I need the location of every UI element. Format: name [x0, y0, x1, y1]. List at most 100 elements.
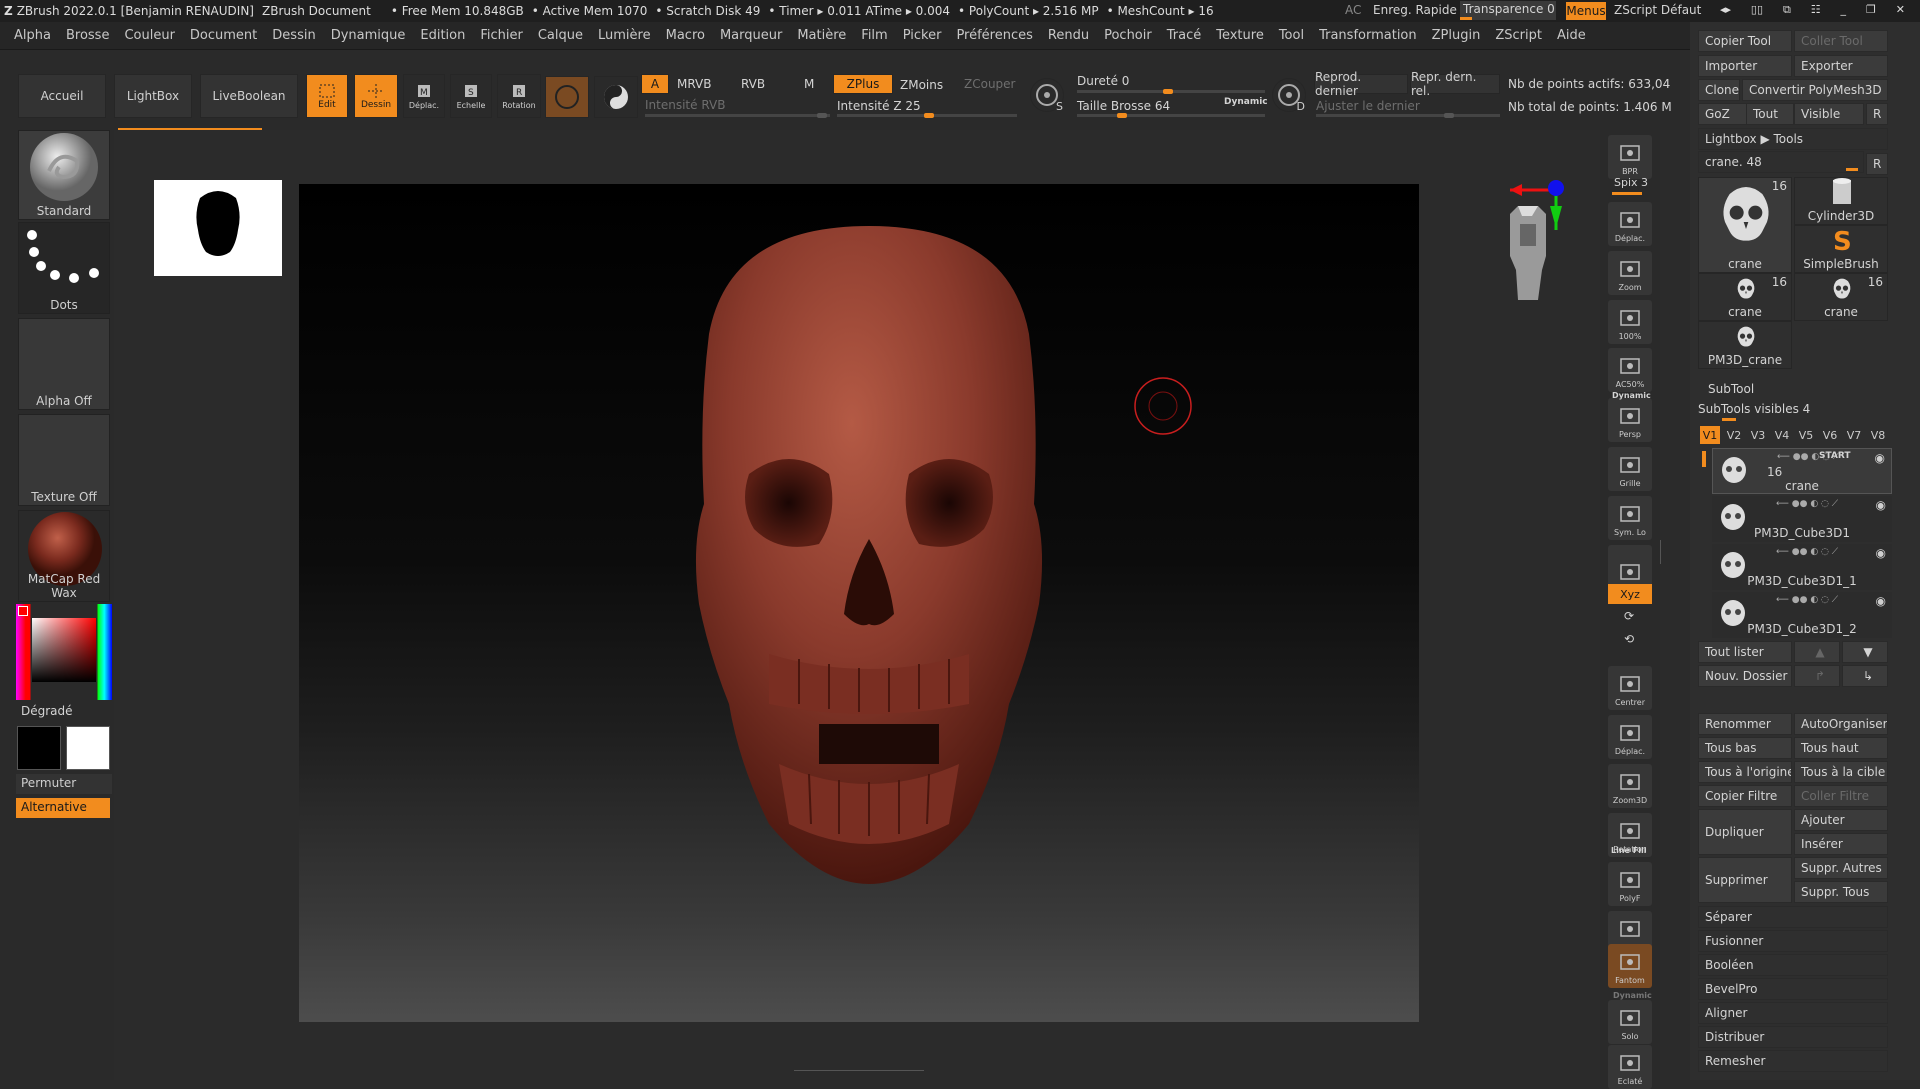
texture-off[interactable]: Texture Off — [18, 414, 110, 506]
rgb-button[interactable]: RVB — [741, 77, 765, 91]
subtool-toggle-icons[interactable]: ⟵ ●● ◐ ◌ ⟋ — [1776, 595, 1838, 605]
eye-icon[interactable]: ◉ — [1876, 546, 1886, 560]
edit-button[interactable]: Edit — [306, 74, 348, 118]
ghost-button[interactable]: Fantom — [1608, 944, 1652, 988]
section-bevelpro[interactable]: BevelPro — [1698, 978, 1888, 1000]
menu-marqueur[interactable]: Marqueur — [720, 28, 782, 43]
tool-thumb-crane[interactable]: crane 16 — [1698, 177, 1792, 273]
version-v7[interactable]: V7 — [1844, 426, 1864, 444]
brush-size-slider[interactable] — [1077, 113, 1265, 118]
eye-icon[interactable]: ◉ — [1876, 594, 1886, 608]
menu-zscript[interactable]: ZScript — [1495, 28, 1542, 43]
autoreorder-button[interactable]: AutoOrganiser — [1794, 713, 1888, 735]
folder-in-button[interactable]: ↳ — [1842, 665, 1888, 687]
menu-transformation[interactable]: Transformation — [1319, 28, 1417, 43]
paste-filter-button[interactable]: Coller Filtre — [1794, 785, 1888, 807]
copy-tool-button[interactable]: Copier Tool — [1698, 30, 1792, 52]
version-v1[interactable]: V1 — [1700, 426, 1720, 444]
menu-texture[interactable]: Texture — [1216, 28, 1264, 43]
brush-standard[interactable]: Standard — [18, 130, 110, 220]
s-brush-button[interactable]: S — [1030, 78, 1064, 113]
subtool-item-1[interactable]: ◉ ⟵ ●● ◐ ◌ ⟋ PM3D_Cube3D1 — [1712, 496, 1892, 542]
z-intensity-slider[interactable] — [837, 113, 1017, 118]
accueil-button[interactable]: Accueil — [18, 74, 106, 118]
lightbox-button[interactable]: LightBox — [114, 74, 192, 118]
list-all-button[interactable]: Tout lister — [1698, 641, 1792, 663]
r2-button[interactable]: R — [1866, 153, 1888, 175]
menu-trac-[interactable]: Tracé — [1167, 28, 1202, 43]
duplicate-button[interactable]: Dupliquer — [1698, 809, 1792, 855]
ac-label[interactable]: AC — [1345, 3, 1361, 17]
new-folder-button[interactable]: Nouv. Dossier — [1698, 665, 1792, 687]
transparence-slider[interactable]: Transparence 0 — [1460, 1, 1556, 20]
move-down-button[interactable]: ▼ — [1842, 641, 1888, 663]
section-fusionner[interactable]: Fusionner — [1698, 930, 1888, 952]
close-icon[interactable]: ✕ — [1896, 3, 1905, 19]
zcut-button[interactable]: ZCouper — [964, 77, 1015, 91]
version-v2[interactable]: V2 — [1724, 426, 1744, 444]
subtool-item-3[interactable]: ◉ ⟵ ●● ◐ ◌ ⟋ PM3D_Cube3D1_2 — [1712, 592, 1892, 638]
eye-icon[interactable]: ◉ — [1876, 498, 1886, 512]
import-button[interactable]: Importer — [1698, 55, 1792, 77]
delete-other-button[interactable]: Suppr. Autres — [1794, 857, 1888, 879]
zoom-view-button[interactable]: Zoom — [1608, 251, 1652, 295]
tool-thumb-simplebrush[interactable]: S SimpleBrush — [1794, 225, 1888, 273]
menu-picker[interactable]: Picker — [903, 28, 942, 43]
menu-macro[interactable]: Macro — [666, 28, 705, 43]
subtool-toggle-icons[interactable]: ⟵ ●● ◐ ◌ ⟋ — [1776, 547, 1838, 557]
floor-grid-button[interactable]: Grille — [1608, 447, 1652, 491]
docking-icon[interactable]: ⧉ — [1783, 3, 1791, 19]
subtool-scroll-indicator[interactable] — [1702, 451, 1706, 467]
explode-button[interactable]: Eclaté — [1608, 1045, 1652, 1089]
zoom3d-button[interactable]: Zoom3D — [1608, 764, 1652, 808]
solo-button[interactable]: Solo — [1608, 1000, 1652, 1044]
version-v3[interactable]: V3 — [1748, 426, 1768, 444]
skull-model[interactable] — [299, 184, 1419, 1022]
bottom-tray-handle[interactable] — [794, 1070, 924, 1078]
all-to-origin-button[interactable]: Tous à l'origine — [1698, 761, 1792, 783]
r-button[interactable]: R — [1866, 103, 1888, 125]
alpha-off[interactable]: Alpha Off — [18, 318, 110, 410]
bpr-button[interactable]: BPR — [1608, 135, 1652, 179]
menu-document[interactable]: Document — [190, 28, 257, 43]
quicksave-button[interactable]: Enreg. Rapide — [1373, 3, 1457, 17]
rename-button[interactable]: Renommer — [1698, 713, 1792, 735]
menu-zplugin[interactable]: ZPlugin — [1432, 28, 1481, 43]
d-focal-button[interactable]: D — [1272, 78, 1306, 113]
copy-filter-button[interactable]: Copier Filtre — [1698, 785, 1792, 807]
rotate-y-icon[interactable]: ⟳ — [1624, 609, 1634, 623]
color-square[interactable] — [32, 618, 96, 682]
help-icon[interactable]: ☷ — [1811, 3, 1821, 19]
rgb-intensity-slider[interactable] — [645, 113, 830, 118]
menu-calque[interactable]: Calque — [538, 28, 583, 43]
tool-thumb-crane[interactable]: crane 16 — [1794, 273, 1888, 321]
primary-color-swatch[interactable] — [17, 726, 61, 770]
move3d-button[interactable]: Déplac. — [1608, 715, 1652, 759]
tool-thumb-pm3d_crane[interactable]: PM3D_crane — [1698, 321, 1792, 369]
section-distribuer[interactable]: Distribuer — [1698, 1026, 1888, 1048]
scale-button[interactable]: S Echelle — [450, 74, 492, 118]
polyframe-button[interactable]: PolyF — [1608, 862, 1652, 906]
alternative-button[interactable]: Alternative — [16, 798, 110, 818]
replay-last-button[interactable]: Reprod. dernier — [1314, 70, 1408, 98]
spix-label[interactable]: Spix 3 — [1614, 176, 1648, 189]
menu-edition[interactable]: Edition — [420, 28, 465, 43]
subtools-visible-slider[interactable]: SubTools visibles 4 — [1698, 402, 1810, 416]
adjust-last-slider[interactable] — [1316, 113, 1500, 118]
hardness-slider[interactable] — [1077, 89, 1265, 94]
delete-button[interactable]: Supprimer — [1698, 857, 1792, 903]
move-up-button[interactable]: ▲ — [1794, 641, 1840, 663]
version-v5[interactable]: V5 — [1796, 426, 1816, 444]
color-picker[interactable] — [16, 604, 112, 700]
menu-couleur[interactable]: Couleur — [124, 28, 174, 43]
section-aligner[interactable]: Aligner — [1698, 1002, 1888, 1024]
rotate-z-icon[interactable]: ⟲ — [1624, 632, 1634, 646]
move-button[interactable]: M Déplac. — [403, 74, 445, 118]
export-button[interactable]: Exporter — [1794, 55, 1888, 77]
all-button[interactable]: Tout — [1746, 103, 1794, 125]
version-v8[interactable]: V8 — [1868, 426, 1888, 444]
zsub-button[interactable]: ZMoins — [900, 78, 943, 92]
menu-mati-re[interactable]: Matière — [797, 28, 846, 43]
section-boolen[interactable]: Booléen — [1698, 954, 1888, 976]
liveboolean-button[interactable]: LiveBoolean — [200, 74, 298, 118]
